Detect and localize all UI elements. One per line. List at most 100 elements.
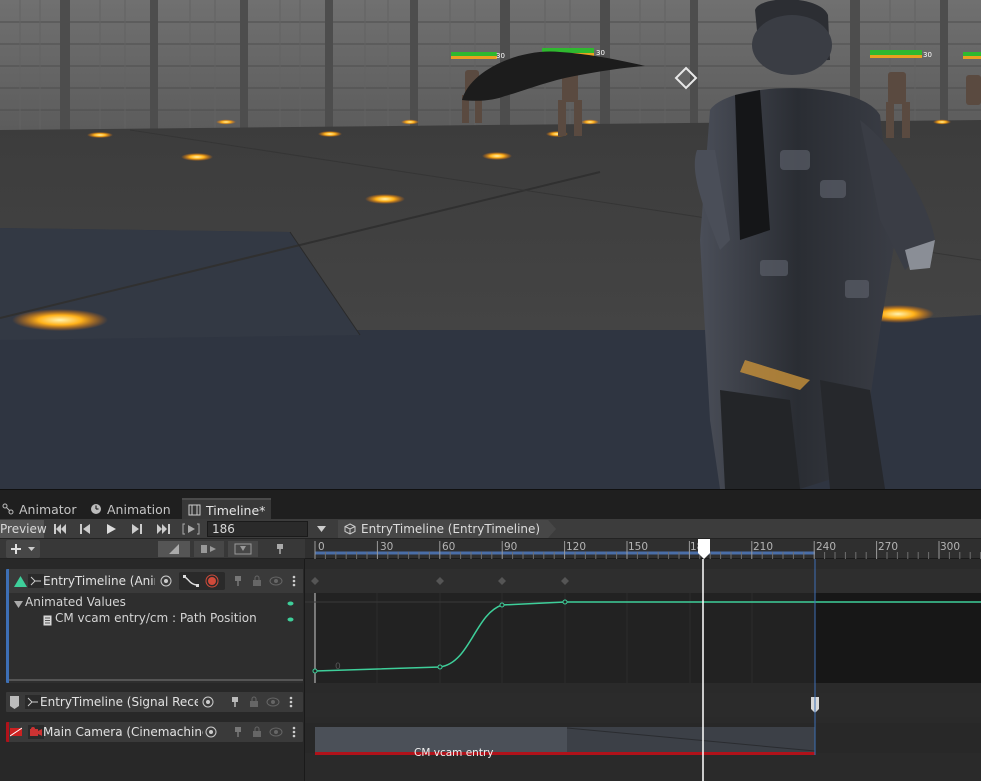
time-ruler[interactable]: 0 30 60 90 120 150 180 210 240 270 300 (305, 539, 981, 559)
scene-render: 30 30 30 (0, 0, 981, 489)
current-frame-field[interactable]: 186 (207, 521, 308, 537)
expand-all-button[interactable] (228, 541, 258, 557)
ruler-label-30: 30 (380, 541, 394, 553)
breadcrumb-label: EntryTimeline (EntryTimeline) (361, 522, 541, 536)
curve-editor-icon[interactable] (183, 575, 199, 587)
animation-track-visibility-icon[interactable] (268, 574, 284, 588)
signal-track-visibility-icon[interactable] (265, 695, 281, 709)
track-resize-handle[interactable] (9, 679, 303, 681)
expand-arrow-icon[interactable] (13, 599, 23, 609)
preview-button[interactable]: Preview (0, 520, 47, 538)
timeline-tracks-canvas: 0 (305, 559, 981, 781)
tab-timeline-label: Timeline* (206, 502, 266, 518)
ruler-label-150: 150 (628, 541, 649, 553)
clock-icon (91, 504, 101, 514)
animator-icon (2, 503, 14, 515)
frame-track-button[interactable] (194, 541, 224, 557)
animated-property-label: CM vcam entry/cm : Path Position (55, 611, 257, 625)
animation-keyframe-lane (305, 569, 981, 593)
play-button[interactable] (101, 520, 121, 538)
cube-icon (344, 523, 356, 535)
add-icon (11, 544, 35, 554)
signal-track-pin-icon[interactable] (228, 695, 242, 709)
signal-receiver-binding-icon (25, 695, 41, 709)
tab-animation[interactable]: Animation (84, 498, 177, 520)
group-curve-indicator-icon (285, 598, 295, 608)
skip-to-start-icon (54, 524, 66, 534)
curve-inactive-area (815, 593, 981, 683)
cinemachine-track-pin-icon[interactable] (231, 725, 245, 739)
camera-binding-icon (28, 725, 44, 739)
cinemachine-track[interactable]: Main Camera (Cinemachine (6, 722, 303, 742)
signal-object-picker-icon[interactable] (201, 695, 215, 709)
signal-track[interactable]: EntryTimeline (Signal Receiv (6, 692, 303, 712)
playhead-handle-icon[interactable] (697, 539, 711, 559)
editor-tab-bar: Animator Animation Timeline* (0, 489, 981, 520)
ruler-label-270: 270 (878, 541, 899, 553)
collapse-icon (234, 543, 252, 555)
cinemachine-track-lock-icon[interactable] (250, 725, 264, 739)
pin-toolbar-button[interactable] (268, 541, 292, 557)
tab-animator[interactable]: Animator (0, 498, 82, 520)
ruler-label-240: 240 (816, 541, 837, 553)
ruler-label-120: 120 (566, 541, 587, 553)
health-value-3: 30 (923, 51, 932, 59)
property-curve-indicator-icon (285, 614, 295, 624)
timeline-editor-panel: Animator Animation Timeline* Preview 186… (0, 489, 981, 781)
go-to-start-button[interactable] (50, 520, 70, 538)
animated-values-label: Animated Values (25, 595, 126, 609)
ruler-label-0: 0 (318, 541, 325, 553)
track-header-panel: EntryTimeline (Anim Animated Values CM v… (0, 539, 305, 781)
signal-track-menu-icon[interactable] (286, 695, 296, 709)
animation-track-name: EntryTimeline (Anim (43, 574, 155, 588)
preview-label: Preview (0, 522, 47, 536)
cm-vcam-entry-clip-label: CM vcam entry (414, 747, 494, 759)
record-icon[interactable] (205, 574, 221, 588)
signal-track-name: EntryTimeline (Signal Receiv (40, 695, 198, 709)
signal-track-lock-icon[interactable] (247, 695, 261, 709)
skip-to-end-icon (156, 524, 170, 534)
play-range-button[interactable] (180, 520, 202, 538)
ruler-label-210: 210 (753, 541, 774, 553)
cinemachine-track-menu-icon[interactable] (289, 725, 299, 739)
animation-track-menu-icon[interactable] (289, 574, 299, 588)
signal-lane (305, 693, 981, 717)
play-icon (107, 524, 116, 534)
curve-record-group (179, 572, 225, 590)
previous-frame-icon (80, 524, 90, 534)
timeline-toolbar: Preview 186 EntryTimeline (EntryTimeline… (0, 519, 981, 539)
animation-track[interactable]: EntryTimeline (Anim Animated Values CM v… (6, 569, 303, 683)
breadcrumb[interactable]: EntryTimeline (EntryTimeline) (338, 520, 556, 538)
cinemachine-track-type-icon (9, 725, 23, 739)
track-header-toolbar (0, 539, 305, 559)
scene-view[interactable]: 30 30 30 (0, 0, 981, 489)
health-value-2: 30 (596, 49, 605, 57)
next-frame-button[interactable] (127, 520, 147, 538)
play-range-icon (182, 523, 200, 535)
go-to-end-button[interactable] (152, 520, 174, 538)
camera-object-picker-icon[interactable] (204, 725, 218, 739)
animation-track-pin-icon[interactable] (231, 574, 245, 588)
ramp-icon (169, 544, 179, 554)
clip-blend-bar (315, 752, 815, 755)
tab-timeline[interactable]: Timeline* (182, 498, 272, 520)
timeline-content-area[interactable]: 0 30 60 90 120 150 180 210 240 270 300 (305, 539, 981, 781)
previous-frame-button[interactable] (75, 520, 95, 538)
timeline-asset-dropdown[interactable] (313, 520, 329, 538)
add-track-button[interactable] (6, 540, 40, 558)
object-picker-icon[interactable] (159, 574, 173, 588)
cinemachine-track-visibility-icon[interactable] (268, 725, 284, 739)
tab-animation-label: Animation (107, 501, 171, 517)
curves-toggle-button[interactable] (158, 541, 190, 557)
animation-track-type-icon (13, 574, 27, 588)
frame-selected-icon (201, 545, 216, 553)
signal-track-type-icon (8, 695, 20, 709)
ruler-label-90: 90 (504, 541, 518, 553)
ruler-label-300: 300 (940, 541, 961, 553)
cinemachine-track-name: Main Camera (Cinemachine (43, 725, 203, 739)
next-frame-icon (132, 524, 142, 534)
animation-track-lock-icon[interactable] (250, 574, 264, 588)
pin-icon (277, 544, 283, 554)
svg-text:0: 0 (335, 662, 341, 672)
animator-binding-icon (28, 574, 44, 588)
